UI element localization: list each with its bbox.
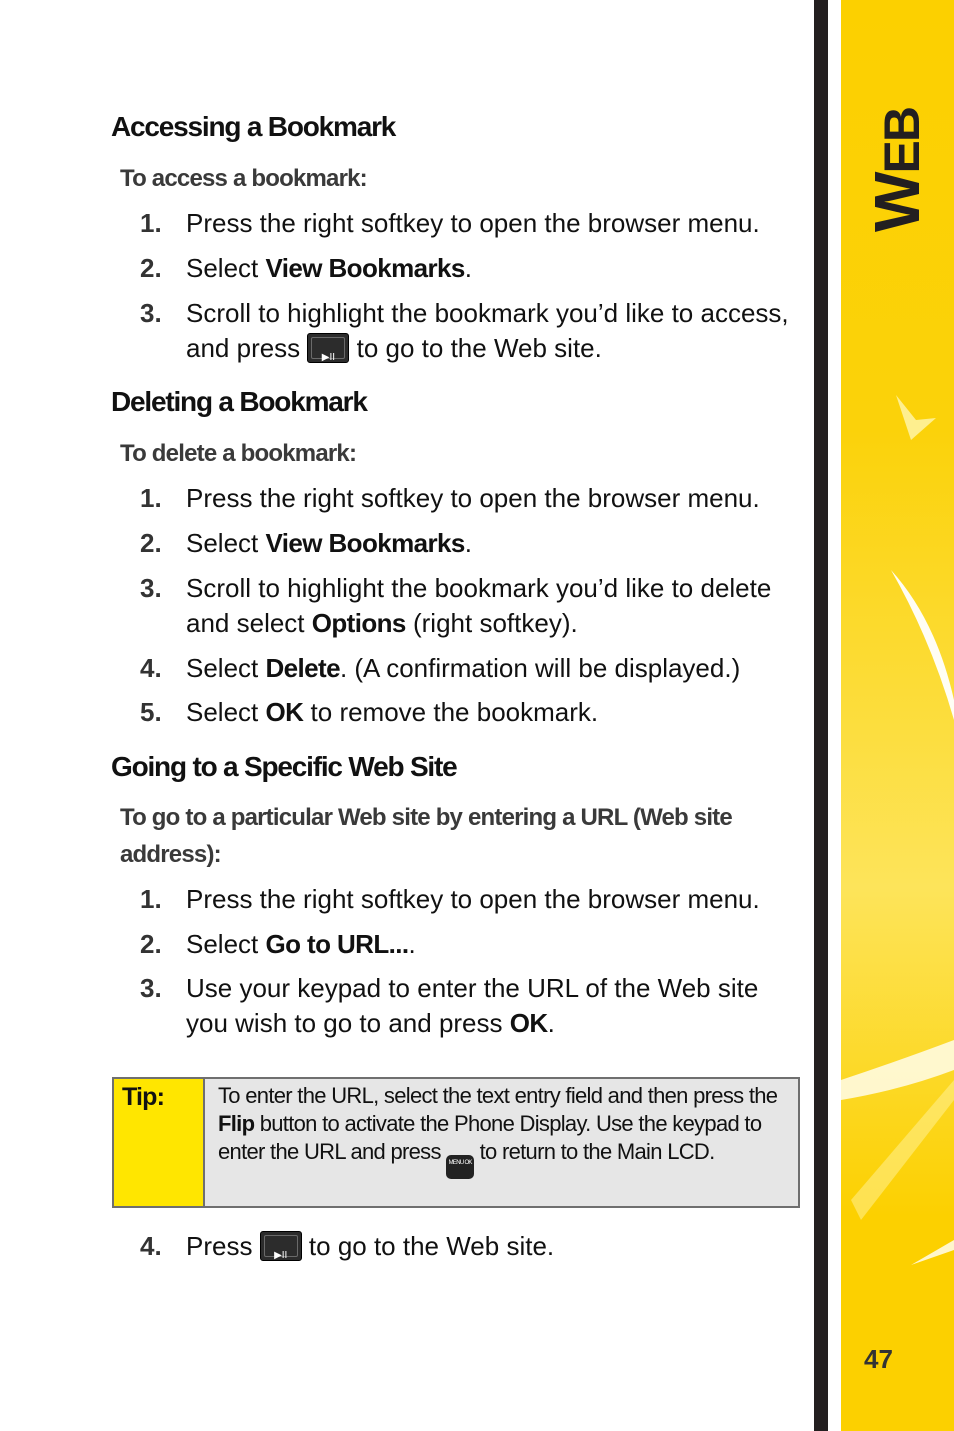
step-text: Press the right softkey to open the brow… [186, 483, 760, 513]
step-text: Press the right softkey to open the brow… [186, 208, 760, 238]
step-text: Select [186, 929, 266, 959]
menu-option-options: Options [311, 608, 407, 638]
section-heading-deleting-bookmark: Deleting a Bookmark [111, 386, 368, 417]
page-content: Accessing a Bookmark To access a bookmar… [0, 0, 812, 1431]
step-text-end: (right softkey). [405, 608, 578, 638]
step-number: 5. [140, 697, 162, 727]
section-title: WEB [860, 108, 934, 232]
step-text-end: . [408, 929, 416, 959]
step-text-end: to go to the Web site. [301, 1231, 555, 1261]
menu-ok-key-icon: MENU OK [446, 1155, 475, 1179]
tip-text: To enter the URL, select the text entry … [218, 1082, 788, 1179]
section-title-initial: W [861, 173, 933, 232]
side-border-black [814, 0, 828, 1431]
step-text-end: to go to the Web site. [349, 333, 602, 363]
section-title-rest: EB [874, 108, 930, 174]
step-number: 3. [140, 298, 162, 328]
step-text-end: . [464, 528, 472, 558]
tip-box: Tip: To enter the URL, select the text e… [112, 1077, 800, 1208]
menu-option-ok: OK [509, 1008, 548, 1038]
step-text: Select [186, 253, 266, 283]
step-number: 4. [140, 1231, 162, 1261]
section-heading-accessing-bookmark: Accessing a Bookmark [111, 111, 396, 142]
step-number: 4. [140, 653, 162, 683]
tip-text-part: To enter the URL, select the text entry … [218, 1083, 778, 1108]
play-pause-key-icon: ▶II [259, 1231, 302, 1261]
step-number: 2. [140, 528, 162, 558]
tip-label-cell: Tip: [114, 1079, 205, 1206]
procedure-intro-go-to-url: To go to a particular Web site by enteri… [120, 804, 733, 868]
step-number: 3. [140, 973, 162, 1003]
procedure-intro-delete: To delete a bookmark: [120, 440, 357, 467]
step-number: 2. [140, 929, 162, 959]
tip-flip-button-name: Flip [218, 1111, 255, 1136]
step-number: 1. [140, 208, 162, 238]
menu-option-delete: Delete [265, 653, 341, 683]
step-number: 1. [140, 884, 162, 914]
key-glyph: ▶II [321, 352, 336, 363]
step-text-end: . (A confirmation will be displayed.) [339, 653, 741, 683]
step-text: Select [186, 697, 266, 727]
menu-option-ok: OK [265, 697, 304, 727]
side-border-white [828, 0, 841, 1431]
section-heading-go-to-site: Going to a Specific Web Site [111, 751, 458, 782]
step-text: Press [186, 1231, 260, 1261]
step-number: 3. [140, 573, 162, 603]
key-glyph: ▶II [274, 1250, 288, 1261]
procedure-intro-access: To access a bookmark: [120, 165, 368, 192]
step-text-end: . [547, 1008, 555, 1038]
play-pause-key-icon: ▶II [307, 333, 350, 363]
step-text: Select [186, 528, 266, 558]
step-number: 2. [140, 253, 162, 283]
step-text: Use your keypad to enter the URL of the … [186, 973, 759, 1038]
menu-option-view-bookmarks: View Bookmarks [265, 528, 466, 558]
menu-option-view-bookmarks: View Bookmarks [265, 253, 466, 283]
page-number: 47 [864, 1344, 893, 1374]
step-text: Press the right softkey to open the brow… [186, 884, 760, 914]
step-text-end: . [464, 253, 472, 283]
tip-label: Tip: [122, 1083, 165, 1111]
step-text: Select [186, 653, 266, 683]
step-text-end: to remove the bookmark. [303, 697, 599, 727]
step-number: 1. [140, 483, 162, 513]
tip-text-part: to return to the Main LCD. [474, 1139, 716, 1164]
menu-option-go-to-url: Go to URL... [265, 929, 410, 959]
